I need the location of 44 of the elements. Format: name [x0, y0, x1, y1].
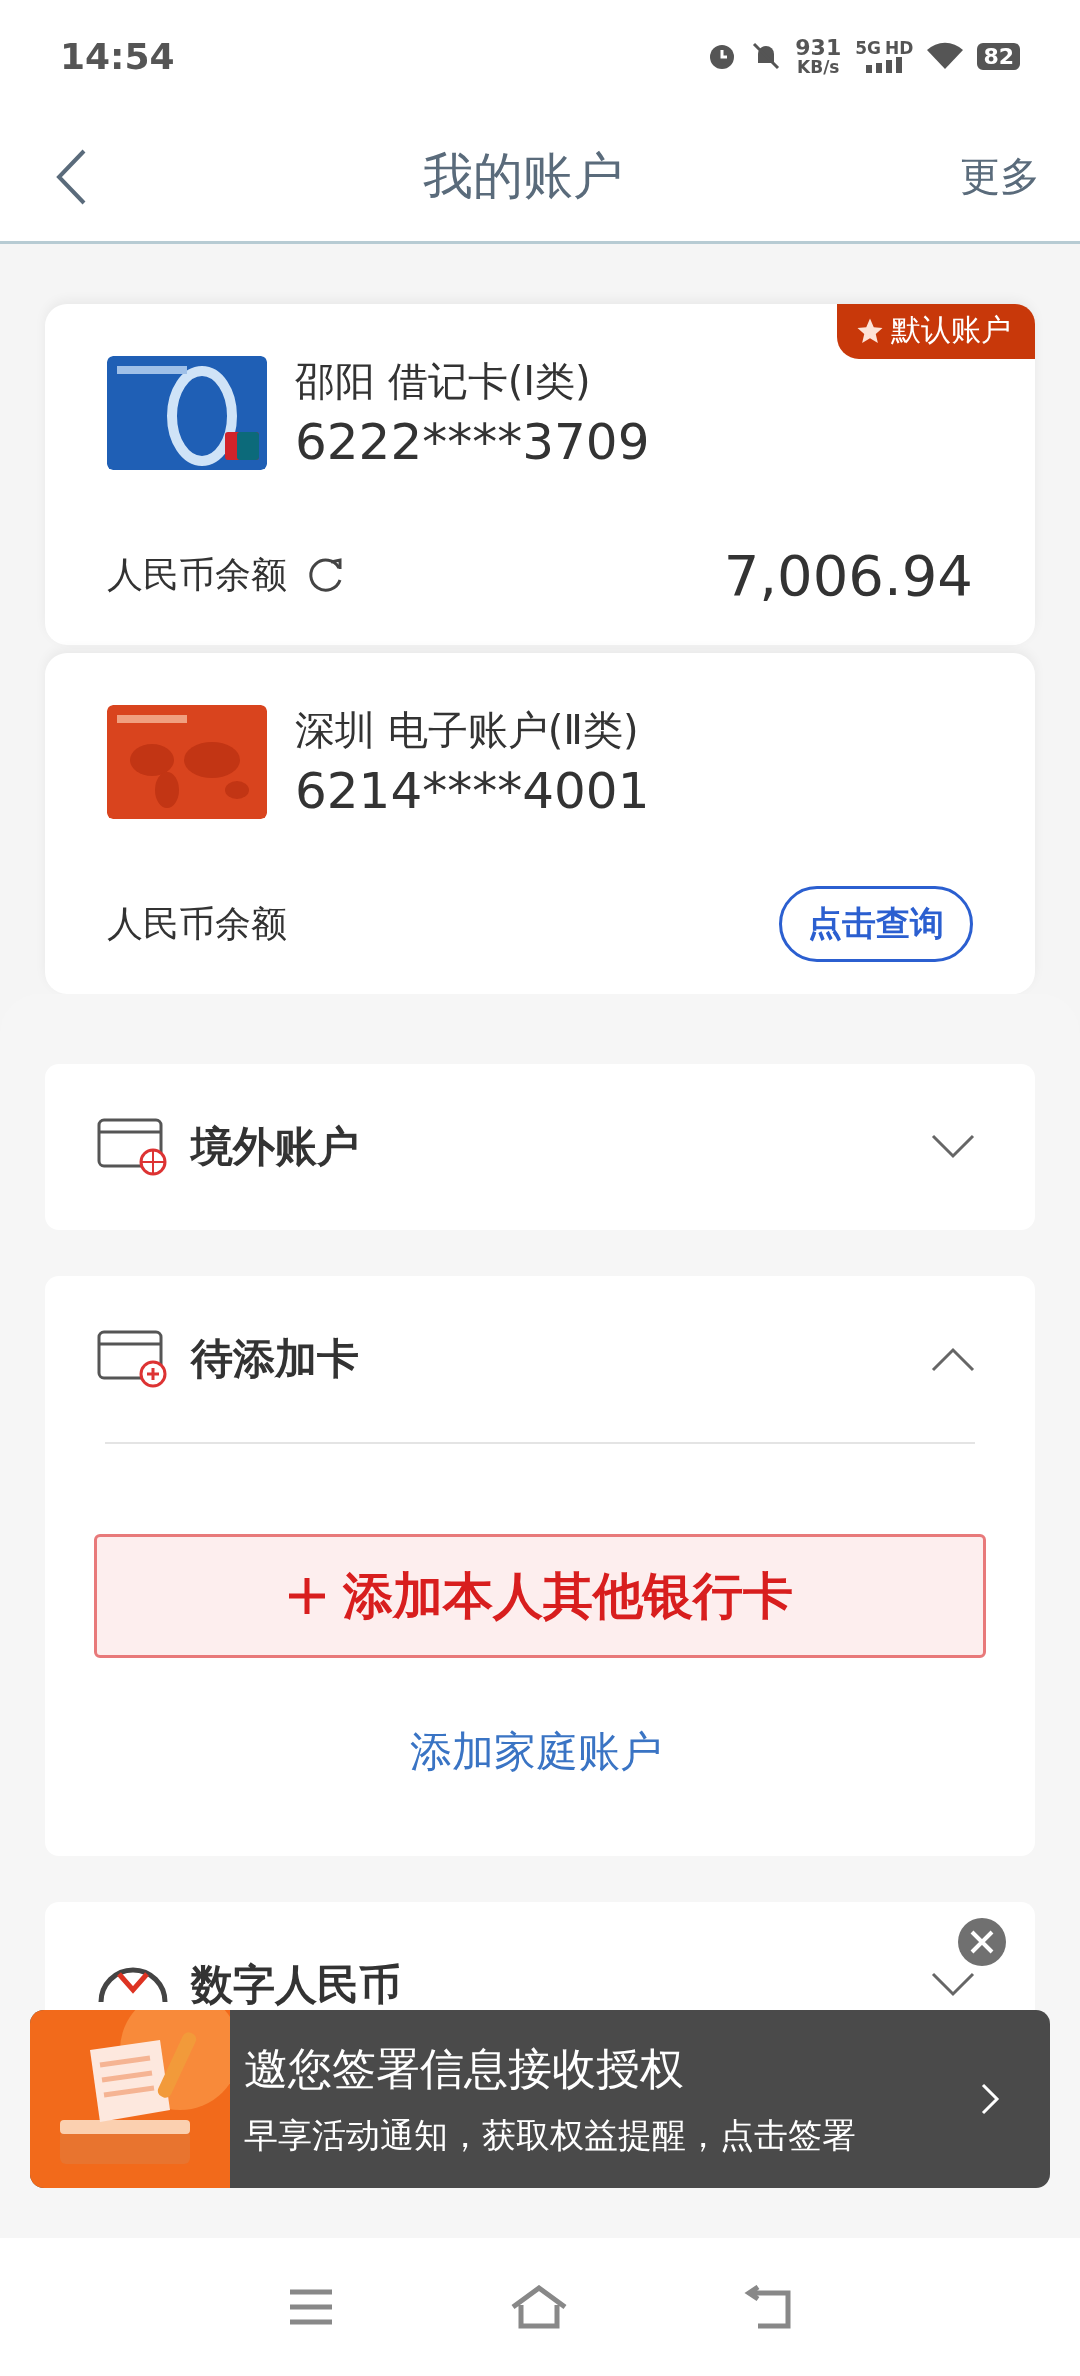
- wifi-icon: [927, 42, 964, 70]
- network-hd: HD: [885, 39, 914, 57]
- balance-label: 人民币余额: [107, 901, 287, 946]
- home-icon[interactable]: [510, 2285, 568, 2329]
- section-title[interactable]: 待添加卡: [191, 1331, 909, 1387]
- card-number: 6214****4001: [295, 762, 650, 820]
- page-title: 我的账户: [423, 146, 623, 207]
- chevron-right-icon[interactable]: [980, 2082, 1000, 2116]
- card-number: 6222****3709: [295, 413, 650, 471]
- speed-unit: KB/s: [797, 58, 840, 76]
- badge-label: 默认账户: [891, 311, 1011, 349]
- close-icon: [969, 1929, 995, 1955]
- more-button[interactable]: 更多: [960, 149, 1040, 204]
- menu-icon[interactable]: [288, 2287, 334, 2327]
- refresh-icon[interactable]: [307, 556, 345, 594]
- balance-amount: 7,006.94: [723, 542, 973, 608]
- balance-label: 人民币余额: [107, 552, 287, 597]
- card-add-icon: [97, 1330, 169, 1388]
- network-type: 5G: [855, 39, 882, 57]
- chevron-down-icon[interactable]: [931, 1972, 975, 1998]
- plus-icon: [287, 1576, 327, 1616]
- section-title[interactable]: 数字人民币: [191, 1957, 909, 2013]
- back-icon[interactable]: [56, 148, 86, 205]
- account-card[interactable]: 默认账户 邵阳 借记卡(Ⅰ类) 6222****3709 人民币余额 7,006.94: [45, 304, 1035, 645]
- query-button[interactable]: 点击查询: [779, 886, 973, 962]
- bell-muted-icon: [751, 41, 782, 71]
- section-title[interactable]: 境外账户: [191, 1119, 909, 1175]
- account-card[interactable]: 深圳 电子账户(Ⅱ类) 6214****4001 人民币余额 点击查询: [45, 653, 1035, 994]
- back-nav-icon[interactable]: [744, 2285, 792, 2329]
- add-card-button[interactable]: 添加本人其他银行卡: [94, 1534, 986, 1658]
- card-globe-icon: [97, 1118, 169, 1176]
- chevron-down-icon[interactable]: [931, 1134, 975, 1160]
- network-speed: 931: [795, 36, 842, 59]
- add-family-link[interactable]: 添加家庭账户: [410, 1724, 662, 1780]
- promo-toast[interactable]: 邀您签署信息接收授权 早享活动通知，获取权益提醒，点击签署: [30, 2010, 1050, 2188]
- account-name: 邵阳 借记卡(Ⅰ类): [295, 357, 592, 406]
- battery-level: 82: [977, 42, 1020, 70]
- coin-icon: [97, 1966, 169, 2004]
- banner-title: 邀您签署信息接收授权: [244, 2041, 685, 2096]
- account-name: 深圳 电子账户(Ⅱ类): [295, 706, 640, 755]
- status-time: 14:54: [60, 35, 175, 77]
- banner-subtitle: 早享活动通知，获取权益提醒，点击签署: [244, 2113, 857, 2157]
- chevron-up-icon[interactable]: [931, 1346, 975, 1372]
- signal-icon: [866, 56, 903, 73]
